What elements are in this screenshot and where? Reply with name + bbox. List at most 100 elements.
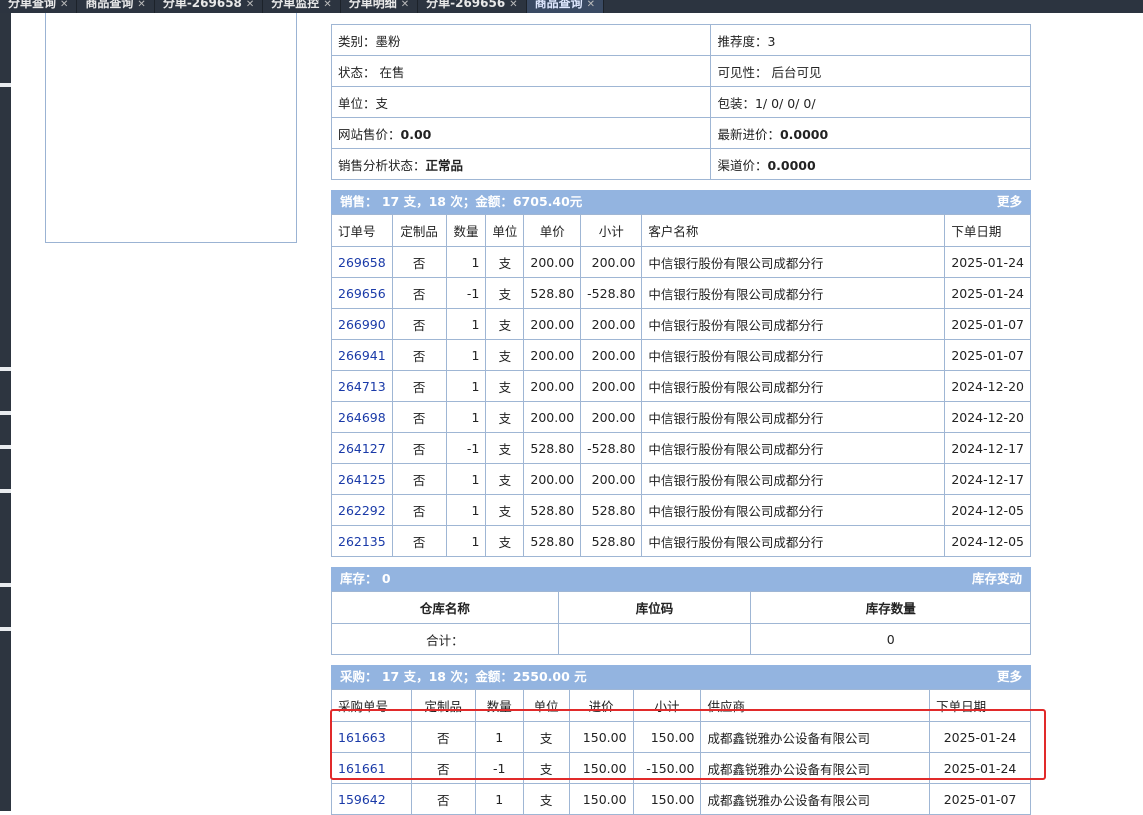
close-icon[interactable]: ✕ [246, 0, 254, 10]
sales-cell: 2024-12-05 [944, 525, 1031, 557]
tab-item[interactable]: 分单查询 ✕ [0, 0, 78, 13]
purchase-summary-header: 采购： 17 支，18 次；金额：2550.00 元 更多 [331, 665, 1031, 689]
sales-cell[interactable]: 264125 [331, 463, 393, 495]
info-label: 可见性： [717, 64, 768, 80]
tab-item[interactable]: 分单-269658 ✕ [155, 0, 264, 13]
order-link[interactable]: 269658 [338, 255, 386, 270]
tab-label: 商品查询 [534, 0, 583, 10]
sales-cell[interactable]: 262135 [331, 525, 393, 557]
info-label: 网站售价： [338, 126, 401, 142]
close-icon[interactable]: ✕ [509, 0, 517, 10]
purchase-cell[interactable]: 161661 [331, 752, 412, 784]
purchase-col-header: 进价 [568, 689, 634, 722]
sales-cell: -528.80 [580, 277, 643, 309]
info-cell-left: 网站售价：0.00 [330, 117, 712, 149]
info-value: 0.00 [400, 126, 432, 142]
sales-cell: 支 [485, 463, 525, 495]
sales-cell: 200.00 [523, 370, 582, 402]
sales-cell: 528.80 [523, 432, 582, 464]
sales-cell[interactable]: 266990 [331, 308, 393, 340]
order-link[interactable]: 266990 [338, 317, 386, 332]
sales-cell: 528.80 [523, 277, 582, 309]
order-link[interactable]: 262292 [338, 503, 386, 518]
info-row: 单位：支 包装：1/ 0/ 0/ 0/ [330, 86, 1031, 118]
sales-cell[interactable]: 266941 [331, 339, 393, 371]
stock-table: 仓库名称 库位码 库存数量 合计： 0 [331, 591, 1031, 655]
sales-cell: 528.80 [523, 525, 582, 557]
table-row: 161661 否 -1 支 150.00 -150.00 成都鑫锐雅办公设备有限公司 2025… [331, 752, 1031, 784]
close-icon[interactable]: ✕ [401, 0, 409, 10]
order-link[interactable]: 266941 [338, 348, 386, 363]
order-link[interactable]: 264713 [338, 379, 386, 394]
sales-cell[interactable]: 264127 [331, 432, 393, 464]
order-link[interactable]: 264127 [338, 441, 386, 456]
tab-label: 分单查询 [8, 0, 57, 10]
order-link[interactable]: 264698 [338, 410, 386, 425]
info-label: 单位： [338, 95, 376, 111]
purchase-col-header: 小计 [632, 689, 702, 722]
info-cell-left: 单位：支 [330, 86, 712, 118]
order-link[interactable]: 161663 [338, 730, 386, 745]
order-link[interactable]: 262135 [338, 534, 386, 549]
close-icon[interactable]: ✕ [587, 0, 595, 10]
tab-item[interactable]: 分单监控 ✕ [263, 0, 341, 13]
sales-cell: 否 [391, 525, 447, 557]
info-row: 类别：墨粉 推荐度：3 [330, 24, 1031, 56]
purchase-cell: 支 [522, 752, 570, 784]
sales-cell[interactable]: 262292 [331, 494, 393, 526]
purchase-col-header: 采购单号 [331, 689, 412, 722]
tab-label: 商品查询 [85, 0, 134, 10]
sales-cell: 200.00 [580, 308, 643, 340]
info-cell-right: 可见性： 后台可见 [710, 55, 1031, 87]
sales-cell[interactable]: 269656 [331, 277, 393, 309]
close-icon[interactable]: ✕ [323, 0, 331, 10]
order-link[interactable]: 161661 [338, 761, 386, 776]
sales-cell[interactable]: 264698 [331, 401, 393, 433]
tab-item[interactable]: 商品查询 ✕ [77, 0, 155, 13]
purchase-cell[interactable]: 161663 [331, 721, 412, 753]
sales-col-header: 客户名称 [641, 214, 946, 247]
tab-item[interactable]: 商品查询 ✕ [526, 0, 604, 13]
sales-cell: 支 [485, 401, 525, 433]
sales-cell[interactable]: 264713 [331, 370, 393, 402]
sales-cell: 否 [391, 308, 447, 340]
tab-strip: 分单查询 ✕ 商品查询 ✕ 分单-269658 ✕ 分单监控 ✕ 分单明细 ✕ 分单-269656 ✕… [0, 0, 1143, 13]
purchase-cell[interactable]: 159642 [331, 783, 412, 815]
sales-cell: 中信银行股份有限公司成都分行 [641, 370, 946, 402]
purchase-cell: 否 [410, 752, 476, 784]
order-link[interactable]: 269656 [338, 286, 386, 301]
purchase-table: 采购单号 定制品 数量 单位 进价 小计 供应商 下单日期 161663 否 1 支 150.00 15… [331, 689, 1031, 815]
sales-cell: 1 [445, 463, 487, 495]
sales-cell: 200.00 [580, 370, 643, 402]
info-cell-right: 最新进价：0.0000 [710, 117, 1031, 149]
sales-table: 订单号 定制品 数量 单位 单价 小计 客户名称 下单日期 269658 否 1 支 200.00 20… [331, 214, 1031, 557]
tab-item[interactable]: 分单-269656 ✕ [418, 0, 527, 13]
info-cell-left: 状态： 在售 [330, 55, 712, 87]
sales-cell: 中信银行股份有限公司成都分行 [641, 246, 946, 278]
sales-col-header: 订单号 [331, 214, 393, 247]
info-label: 包装： [717, 95, 755, 111]
order-link[interactable]: 264125 [338, 472, 386, 487]
sales-cell: 支 [485, 246, 525, 278]
info-value: 正常品 [425, 157, 464, 173]
stock-col-header: 库存数量 [750, 591, 1031, 624]
close-icon[interactable]: ✕ [60, 0, 68, 10]
info-cell-right: 包装：1/ 0/ 0/ 0/ [710, 86, 1031, 118]
sales-col-header: 数量 [445, 214, 487, 247]
sales-cell: 2024-12-17 [944, 463, 1031, 495]
sales-cell: 否 [391, 370, 447, 402]
stock-change-link[interactable]: 库存变动 [972, 567, 1022, 591]
sales-cell: 中信银行股份有限公司成都分行 [641, 277, 946, 309]
order-link[interactable]: 159642 [338, 792, 386, 807]
purchase-cell: -150.00 [632, 752, 702, 784]
sales-cell: 2025-01-07 [944, 339, 1031, 371]
table-row: 266941 否 1 支 200.00 200.00 中信银行股份有限公司成都分行 2025-… [331, 339, 1031, 371]
purchase-more-link[interactable]: 更多 [997, 665, 1022, 689]
sales-more-link[interactable]: 更多 [997, 190, 1022, 214]
close-icon[interactable]: ✕ [137, 0, 145, 10]
info-value: 支 [375, 95, 389, 111]
sales-cell[interactable]: 269658 [331, 246, 393, 278]
tab-item[interactable]: 分单明细 ✕ [341, 0, 419, 13]
table-row: 264127 否 -1 支 528.80 -528.80 中信银行股份有限公司成都分行 202… [331, 432, 1031, 464]
sales-cell: 否 [391, 463, 447, 495]
